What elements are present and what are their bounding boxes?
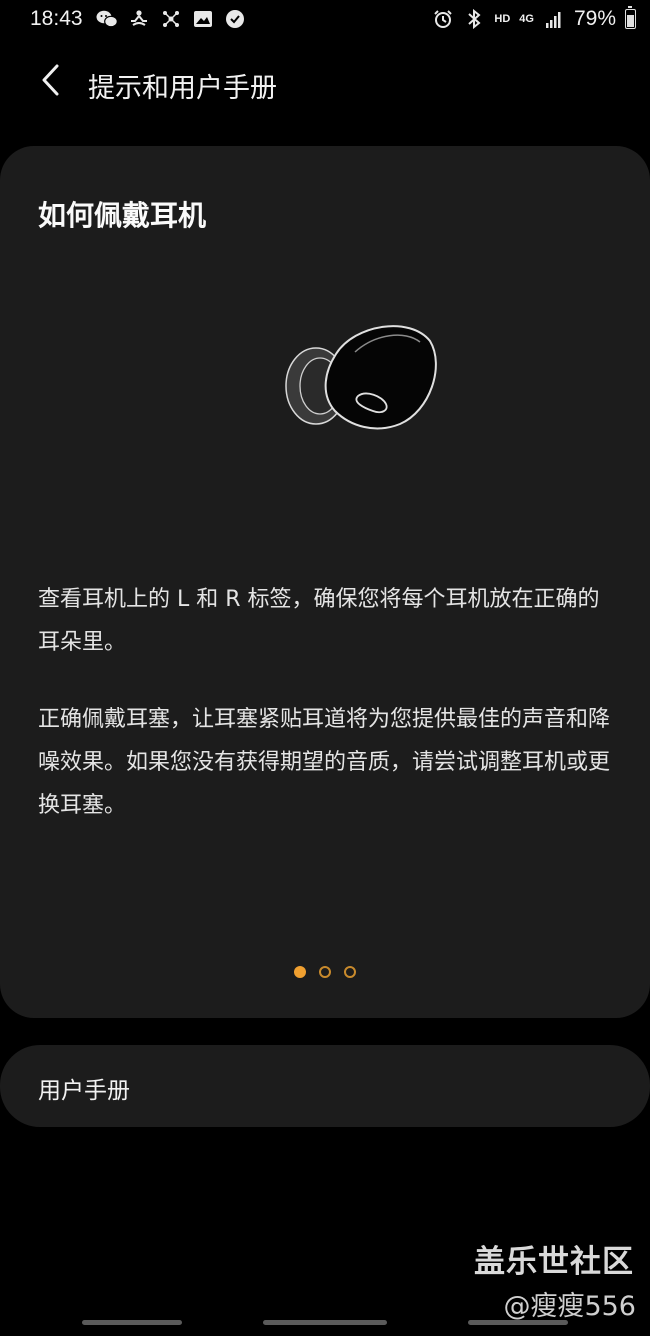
nav-handle-left[interactable] — [82, 1320, 182, 1325]
battery-percent: 79% — [573, 7, 616, 30]
tip-paragraph-1: 查看耳机上的 L 和 R 标签，确保您将每个耳机放在正确的耳朵里。 — [38, 587, 600, 655]
card-heading: 如何佩戴耳机 — [38, 199, 207, 232]
watermark-user: @瘦瘦556 — [503, 1291, 636, 1322]
page-dot-active — [294, 966, 306, 978]
navigation-bar — [0, 1320, 650, 1328]
app-header: 提示和用户手册 — [0, 50, 650, 116]
page-indicator — [0, 966, 650, 978]
status-bar: 18:43 HD 4G 79% — [0, 0, 650, 40]
nav-handle-right[interactable] — [468, 1320, 568, 1325]
check-badge-icon — [224, 8, 246, 30]
page-title: 提示和用户手册 — [88, 73, 277, 104]
user-manual-label: 用户手册 — [38, 1078, 130, 1104]
network-type-label: 4G — [519, 13, 534, 25]
nav-handle-center[interactable] — [263, 1320, 387, 1325]
signal-icon — [543, 8, 565, 30]
battery-icon — [625, 6, 636, 29]
chevron-left-icon — [39, 63, 61, 101]
back-button[interactable] — [30, 62, 70, 102]
watermark-title: 盖乐世社区 — [474, 1244, 634, 1280]
hd-label: HD — [494, 13, 511, 25]
page-dot — [344, 966, 356, 978]
meditation-icon — [128, 8, 150, 30]
network-icon — [160, 8, 182, 30]
status-indicators: HD 4G 79% — [432, 6, 636, 31]
tip-card[interactable]: 如何佩戴耳机 查看耳机上的 L 和 R 标签，确保您将每个耳机放在正确的耳朵里。… — [0, 146, 650, 1018]
notification-icons — [96, 8, 246, 30]
page-dot — [319, 966, 331, 978]
gallery-icon — [192, 8, 214, 30]
earbud-illustration — [280, 316, 445, 441]
alarm-icon — [432, 8, 454, 30]
user-manual-item[interactable]: 用户手册 — [0, 1045, 650, 1127]
bluetooth-icon — [463, 8, 485, 30]
status-time: 18:43 — [30, 7, 83, 30]
tip-paragraph-2: 正确佩戴耳塞，让耳塞紧贴耳道将为您提供最佳的声音和降噪效果。如果您没有获得期望的… — [38, 707, 611, 818]
wechat-icon — [96, 8, 118, 30]
